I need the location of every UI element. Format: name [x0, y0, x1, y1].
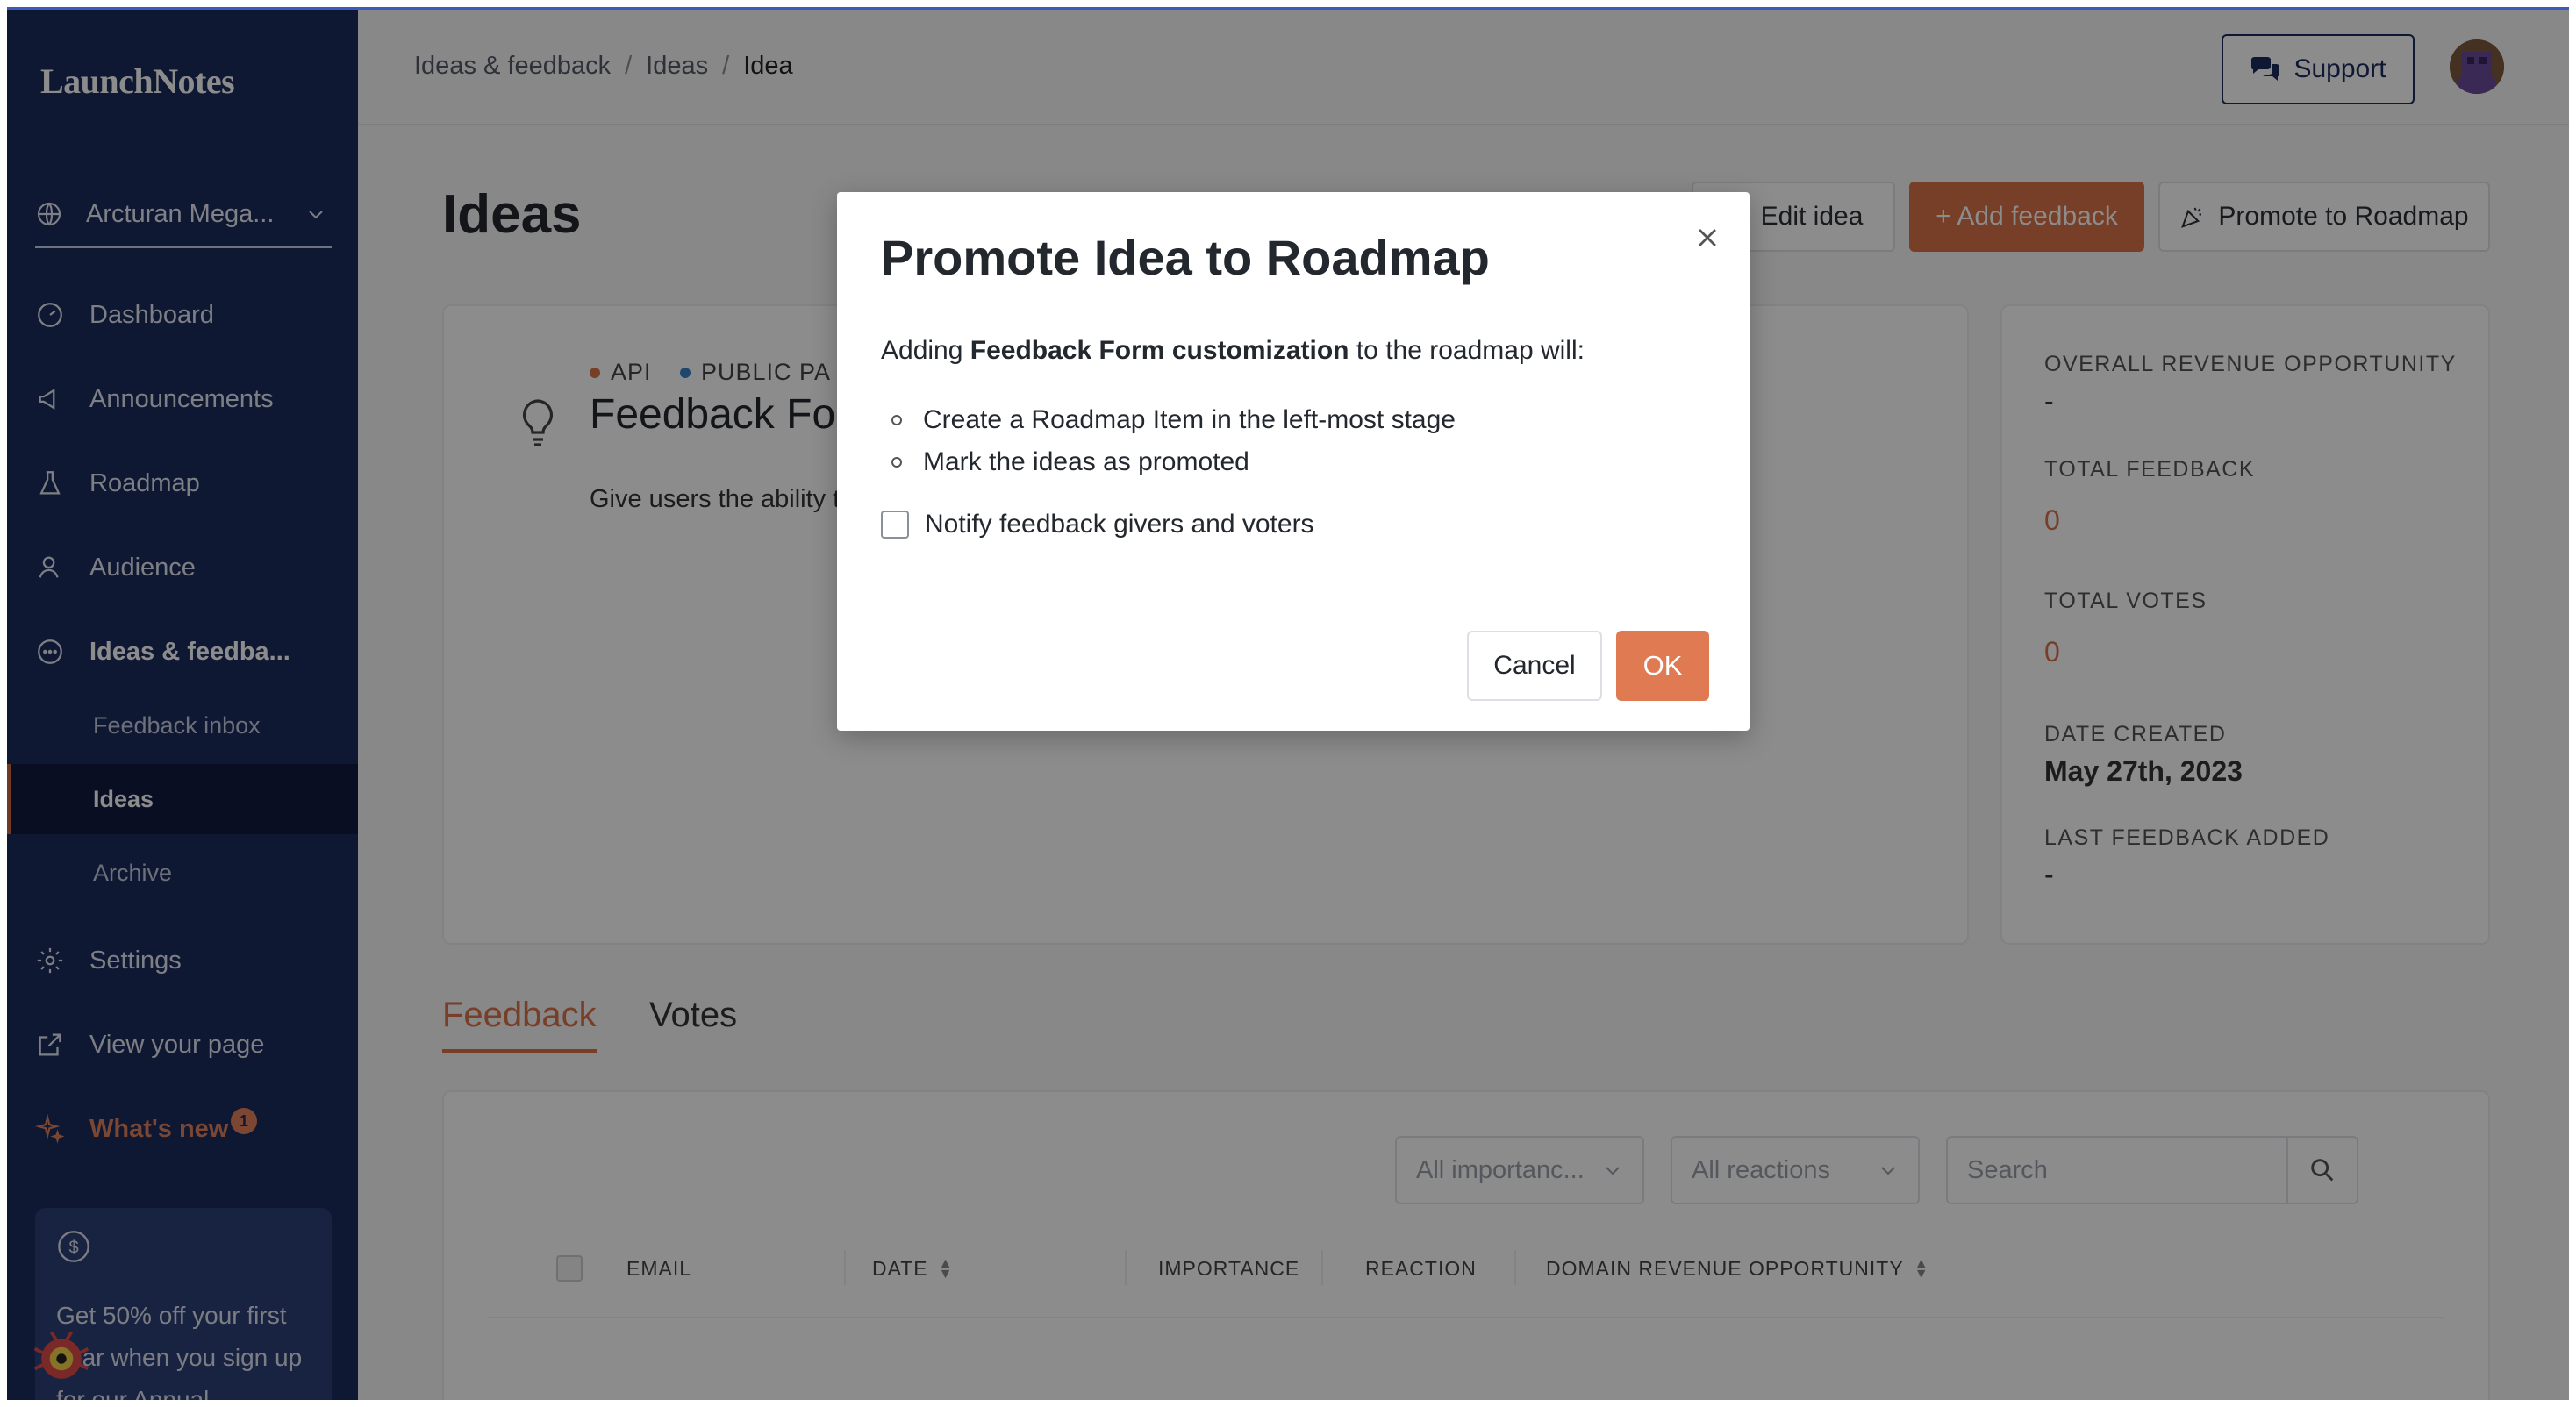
notify-checkbox-label: Notify feedback givers and voters	[925, 510, 1314, 539]
modal-text-prefix: Adding	[881, 336, 970, 365]
modal-title: Promote Idea to Roadmap	[881, 230, 1490, 285]
modal-idea-name: Feedback Form customization	[970, 336, 1349, 365]
modal-description: Adding Feedback Form customization to th…	[881, 336, 1585, 366]
bullet-text: Mark the ideas as promoted	[923, 447, 1249, 476]
modal-text-suffix: to the roadmap will:	[1349, 336, 1585, 365]
app-frame: LaunchNotes Arcturan Mega... Dashboard A…	[7, 7, 2569, 1400]
bullet-ring	[891, 415, 902, 425]
bullet-ring	[891, 457, 902, 468]
notify-checkbox-row[interactable]: Notify feedback givers and voters	[881, 510, 1314, 539]
promote-modal: Promote Idea to Roadmap Adding Feedback …	[837, 192, 1750, 731]
ok-button[interactable]: OK	[1616, 631, 1709, 701]
modal-bullet-list: Create a Roadmap Item in the left-most s…	[881, 399, 1456, 483]
close-icon[interactable]	[1692, 222, 1723, 254]
notify-checkbox[interactable]	[881, 511, 909, 539]
list-item: Mark the ideas as promoted	[881, 441, 1456, 483]
list-item: Create a Roadmap Item in the left-most s…	[881, 399, 1456, 441]
cancel-button[interactable]: Cancel	[1467, 631, 1602, 701]
bullet-text: Create a Roadmap Item in the left-most s…	[923, 405, 1456, 434]
